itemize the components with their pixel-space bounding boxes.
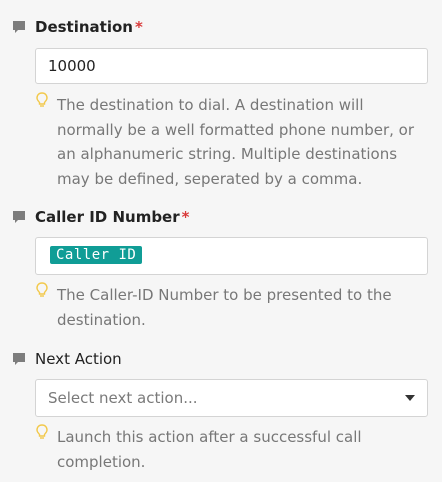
destination-input[interactable]: 10000 bbox=[35, 48, 428, 84]
destination-hint: The destination to dial. A destination w… bbox=[57, 96, 415, 188]
lightbulb-icon bbox=[36, 424, 48, 439]
next-action-select[interactable]: Select next action... bbox=[35, 379, 428, 417]
required-mark: * bbox=[134, 18, 143, 36]
required-mark: * bbox=[181, 208, 190, 226]
speech-bubble-icon bbox=[13, 21, 25, 33]
caller-id-label: Caller ID Number * bbox=[35, 208, 190, 226]
caller-id-input[interactable]: Caller ID bbox=[35, 237, 428, 275]
next-action-placeholder: Select next action... bbox=[48, 389, 198, 407]
destination-value: 10000 bbox=[48, 57, 96, 75]
speech-bubble-icon bbox=[13, 353, 25, 365]
destination-label: Destination * bbox=[35, 18, 143, 36]
lightbulb-icon bbox=[36, 282, 48, 297]
next-action-label: Next Action bbox=[35, 350, 122, 368]
caret-down-icon[interactable] bbox=[405, 395, 415, 401]
next-action-hint: Launch this action after a successful ca… bbox=[57, 428, 362, 471]
caller-id-tag: Caller ID bbox=[50, 246, 143, 264]
caller-id-hint: The Caller-ID Number to be presented to … bbox=[57, 286, 392, 329]
lightbulb-icon bbox=[36, 92, 48, 107]
speech-bubble-icon bbox=[13, 211, 25, 223]
